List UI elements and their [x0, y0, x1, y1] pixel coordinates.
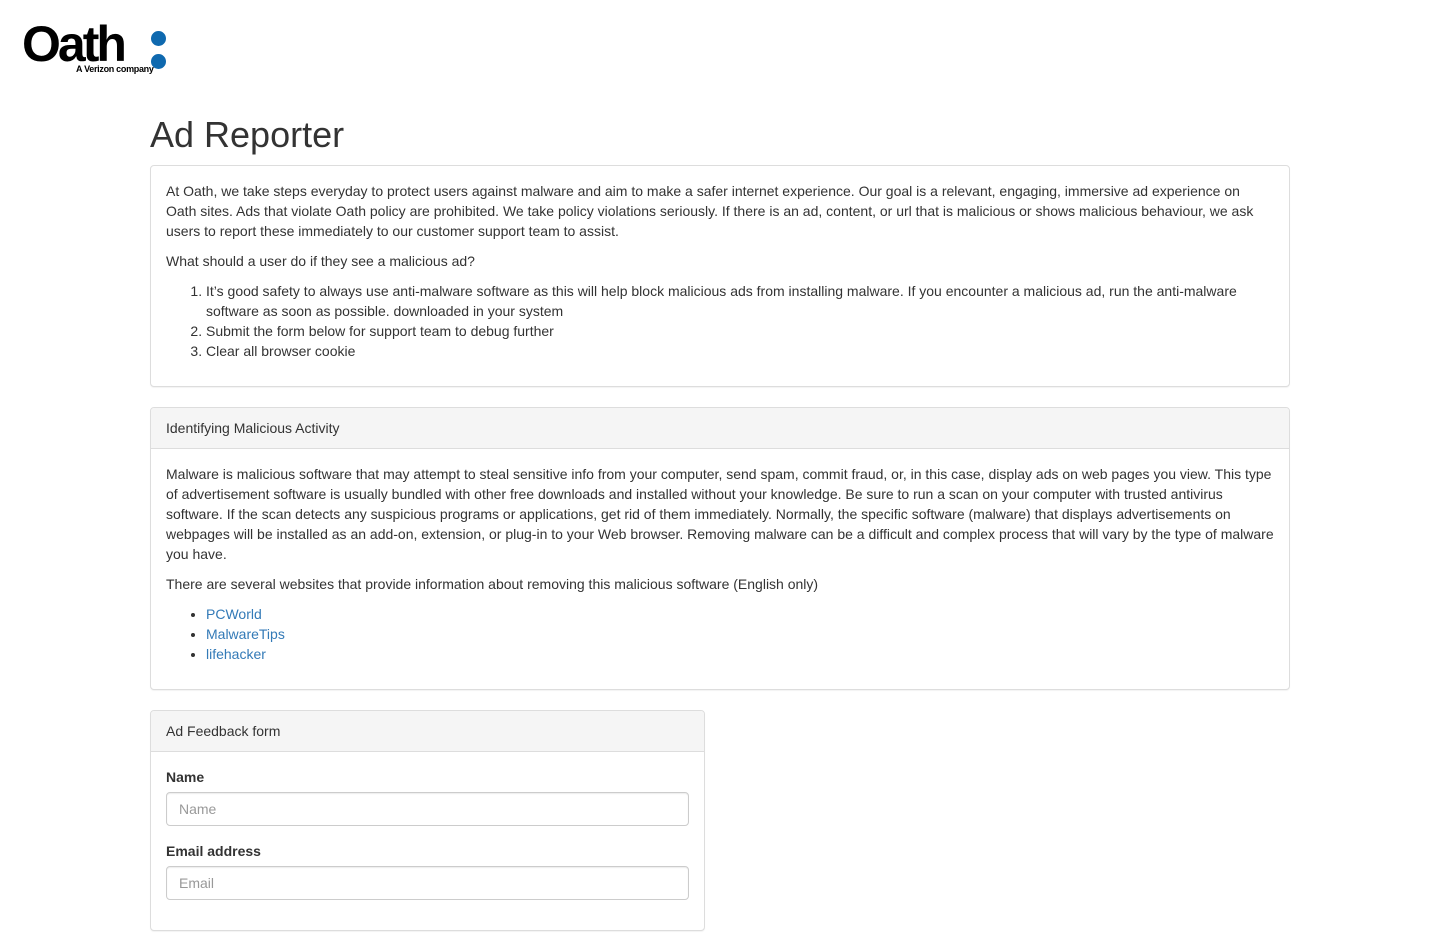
logo-tagline: A Verizon company — [76, 64, 154, 74]
main-container: Ad Reporter At Oath, we take steps every… — [150, 108, 1290, 951]
email-form-group: Email address — [166, 841, 689, 900]
link-pcworld[interactable]: PCWorld — [206, 606, 262, 622]
list-item: It’s good safety to always use anti-malw… — [206, 281, 1274, 321]
malicious-activity-heading: Identifying Malicious Activity — [151, 408, 1289, 449]
list-item: lifehacker — [206, 644, 1274, 664]
name-label: Name — [166, 769, 205, 785]
malware-paragraph: Malware is malicious software that may a… — [166, 466, 1274, 562]
malicious-activity-panel: Identifying Malicious Activity Malware i… — [150, 407, 1290, 690]
name-input[interactable] — [166, 792, 689, 826]
ad-feedback-form-panel: Ad Feedback form Name Email address — [150, 710, 705, 931]
intro-panel-body: At Oath, we take steps everyday to prote… — [151, 166, 1289, 386]
intro-panel: At Oath, we take steps everyday to prote… — [150, 165, 1290, 387]
intro-paragraph: At Oath, we take steps everyday to prote… — [166, 183, 1254, 239]
page-title: Ad Reporter — [150, 114, 345, 155]
name-form-group: Name — [166, 767, 689, 826]
ad-feedback-form-body: Name Email address — [151, 752, 704, 930]
email-label: Email address — [166, 843, 261, 859]
malicious-activity-body: Malware is malicious software that may a… — [151, 449, 1289, 689]
websites-list: PCWorld MalwareTips lifehacker — [166, 604, 1274, 664]
ad-feedback-form-heading: Ad Feedback form — [151, 711, 704, 752]
link-malwaretips[interactable]: MalwareTips — [206, 626, 285, 642]
link-lifehacker[interactable]: lifehacker — [206, 646, 266, 662]
email-input[interactable] — [166, 866, 689, 900]
intro-question: What should a user do if they see a mali… — [166, 253, 475, 269]
oath-logo[interactable]: Oath A Verizon company — [22, 16, 172, 76]
websites-intro: There are several websites that provide … — [166, 576, 819, 592]
steps-list: It’s good safety to always use anti-malw… — [166, 281, 1274, 361]
list-item: PCWorld — [206, 604, 1274, 624]
list-item: Clear all browser cookie — [206, 341, 1274, 361]
list-item: MalwareTips — [206, 624, 1274, 644]
list-item: Submit the form below for support team t… — [206, 321, 1274, 341]
